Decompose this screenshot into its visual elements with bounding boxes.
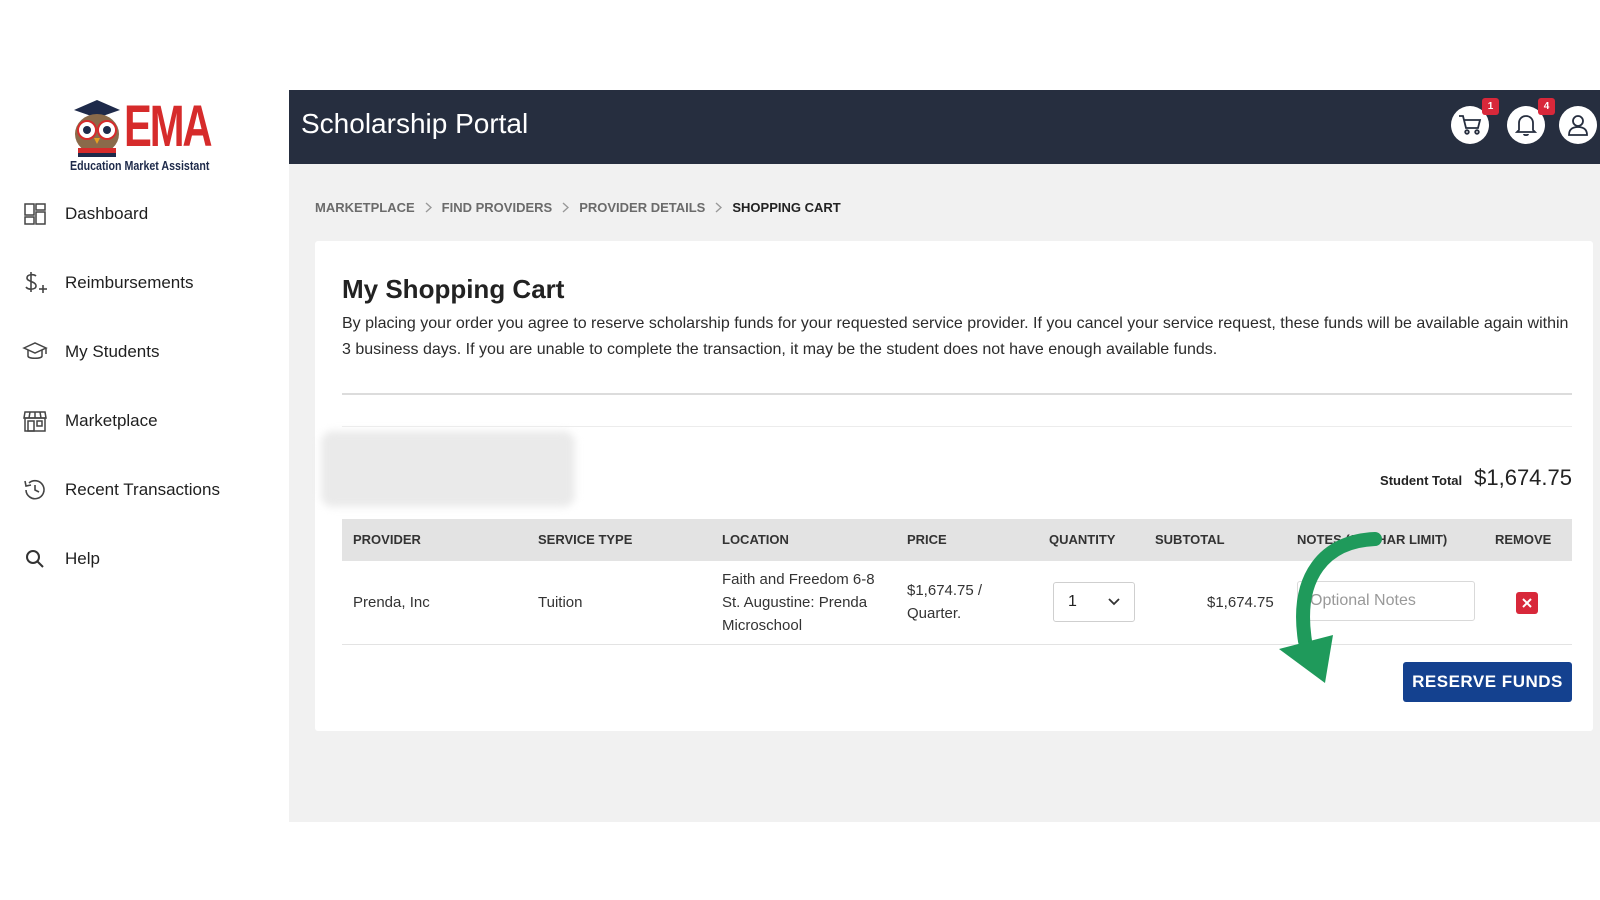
sidebar-item-dashboard[interactable]: Dashboard bbox=[0, 194, 289, 234]
column-header-quantity: QUANTITY bbox=[1049, 532, 1116, 547]
column-header-subtotal: SUBTOTAL bbox=[1155, 532, 1225, 547]
user-profile-button[interactable] bbox=[1559, 106, 1597, 144]
column-header-price: PRICE bbox=[907, 532, 947, 547]
user-icon bbox=[1568, 115, 1588, 136]
breadcrumb-provider-details[interactable]: PROVIDER DETAILS bbox=[579, 200, 705, 215]
sidebar: EMA Education Market Assistant Dashboard bbox=[0, 90, 289, 820]
dashboard-icon bbox=[22, 201, 48, 227]
cell-subtotal: $1,674.75 bbox=[1207, 594, 1274, 611]
search-icon bbox=[22, 546, 48, 572]
bell-icon bbox=[1515, 115, 1537, 137]
sidebar-item-label: My Students bbox=[65, 342, 160, 361]
main-content: MARKETPLACE FIND PROVIDERS PROVIDER DETA… bbox=[289, 164, 1600, 822]
owl-mascot-icon bbox=[74, 100, 120, 157]
student-total: Student Total $1,674.75 bbox=[1380, 465, 1572, 491]
cart-title: My Shopping Cart bbox=[342, 274, 565, 304]
cell-service-type: Tuition bbox=[538, 594, 583, 611]
logo-tagline: Education Market Assistant bbox=[70, 158, 210, 173]
quantity-value: 1 bbox=[1068, 593, 1077, 610]
notifications-button[interactable]: 4 bbox=[1507, 98, 1555, 144]
cart-count-badge: 1 bbox=[1482, 98, 1499, 115]
graduation-cap-icon bbox=[22, 339, 48, 365]
app-root: EMA Education Market Assistant Dashboard bbox=[0, 0, 1600, 900]
student-total-label: Student Total bbox=[1380, 473, 1463, 488]
sidebar-item-reimbursements[interactable]: Reimbursements bbox=[0, 263, 289, 303]
breadcrumb-marketplace[interactable]: MARKETPLACE bbox=[315, 200, 415, 215]
sidebar-item-label: Marketplace bbox=[65, 411, 158, 430]
sidebar-nav: Dashboard Reimbursements My Students Mar… bbox=[0, 194, 289, 608]
breadcrumb: MARKETPLACE FIND PROVIDERS PROVIDER DETA… bbox=[315, 200, 841, 215]
chevron-right-icon bbox=[425, 202, 432, 213]
reserve-funds-button[interactable]: RESERVE FUNDS bbox=[1403, 662, 1572, 702]
column-header-service-type: SERVICE TYPE bbox=[538, 532, 633, 547]
student-name-redacted bbox=[321, 431, 575, 507]
top-header: Scholarship Portal 1 4 bbox=[289, 90, 1600, 164]
cell-location: Faith and Freedom 6-8 St. Augustine: Pre… bbox=[722, 571, 875, 634]
cart-table-header: PROVIDER SERVICE TYPE LOCATION PRICE QUA… bbox=[342, 519, 1572, 561]
student-total-value: $1,674.75 bbox=[1474, 465, 1572, 490]
close-icon bbox=[1522, 598, 1532, 608]
page-title: Scholarship Portal bbox=[301, 108, 529, 139]
cart-description: By placing your order you agree to reser… bbox=[342, 315, 1569, 358]
divider bbox=[342, 393, 1572, 395]
sidebar-item-label: Dashboard bbox=[65, 204, 149, 223]
storefront-icon bbox=[22, 408, 48, 434]
shopping-cart-icon bbox=[1459, 115, 1482, 135]
column-header-location: LOCATION bbox=[722, 532, 789, 547]
sidebar-item-help[interactable]: Help bbox=[0, 539, 289, 579]
sidebar-item-label: Help bbox=[65, 549, 100, 568]
divider bbox=[342, 426, 1572, 427]
cell-provider: Prenda, Inc bbox=[353, 594, 430, 611]
quantity-select[interactable]: 1 bbox=[1053, 582, 1135, 622]
chevron-right-icon bbox=[715, 202, 723, 213]
breadcrumb-find-providers[interactable]: FIND PROVIDERS bbox=[442, 200, 553, 215]
remove-item-button[interactable] bbox=[1516, 592, 1538, 614]
curved-arrow-icon bbox=[1279, 532, 1382, 683]
shopping-cart-card: My Shopping Cart By placing your order y… bbox=[315, 241, 1593, 731]
cart-button[interactable]: 1 bbox=[1451, 98, 1499, 144]
chevron-right-icon bbox=[562, 202, 570, 213]
sidebar-item-marketplace[interactable]: Marketplace bbox=[0, 401, 289, 441]
ema-logo[interactable]: EMA Education Market Assistant bbox=[68, 94, 212, 176]
dollar-plus-icon bbox=[22, 270, 48, 296]
logo-wordmark: EMA bbox=[124, 94, 212, 159]
table-row: Prenda, Inc Tuition Faith and Freedom 6-… bbox=[342, 561, 1572, 645]
history-icon bbox=[22, 477, 48, 503]
column-header-provider: PROVIDER bbox=[353, 532, 421, 547]
sidebar-item-my-students[interactable]: My Students bbox=[0, 332, 289, 372]
sidebar-item-label: Recent Transactions bbox=[65, 480, 220, 499]
notifications-count-badge: 4 bbox=[1538, 98, 1555, 115]
chevron-down-icon bbox=[1108, 598, 1120, 606]
cell-price: $1,674.75 / Quarter. bbox=[907, 582, 983, 622]
sidebar-item-label: Reimbursements bbox=[65, 273, 194, 292]
breadcrumb-shopping-cart: SHOPPING CART bbox=[732, 200, 841, 215]
sidebar-item-recent-transactions[interactable]: Recent Transactions bbox=[0, 470, 289, 510]
column-header-remove: REMOVE bbox=[1495, 532, 1552, 547]
